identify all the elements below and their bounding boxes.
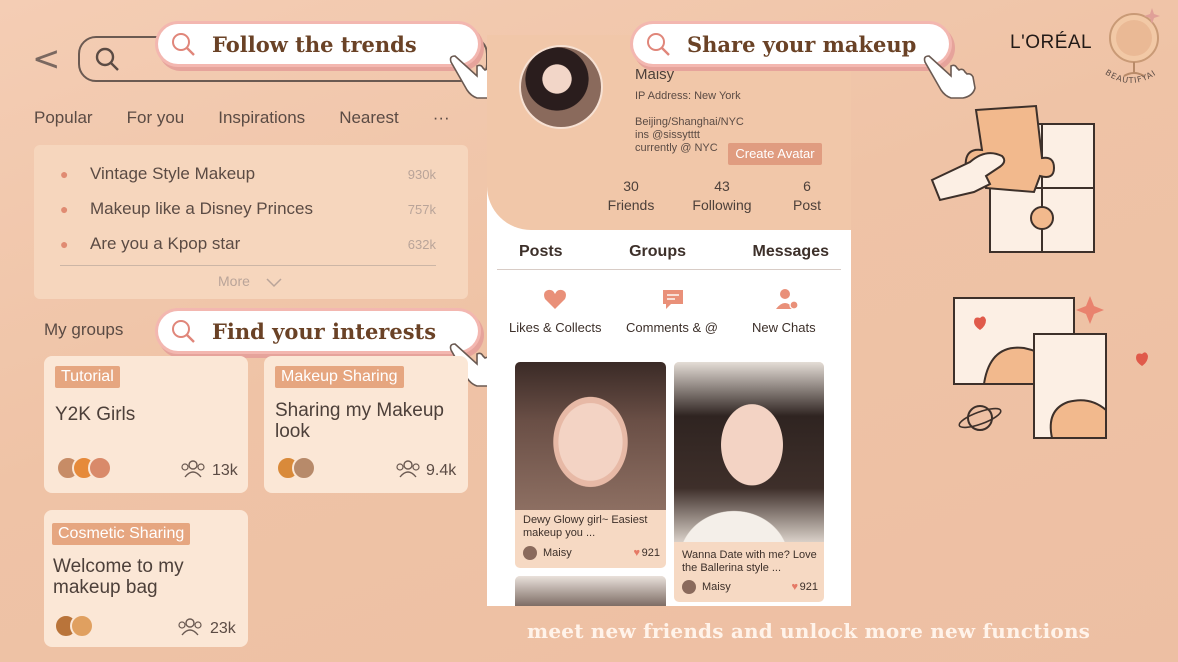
list-item[interactable]: ● Vintage Style Makeup 930k bbox=[34, 164, 468, 188]
member-count: 23k bbox=[210, 620, 236, 637]
brand-logo: L'ORÉAL bbox=[1010, 32, 1093, 53]
post-card[interactable]: Wanna Date with me? Love the Ballerina s… bbox=[674, 362, 824, 602]
callout-text: Find your interests bbox=[212, 318, 437, 344]
heart-icon[interactable]: ♥ bbox=[791, 581, 798, 593]
tab-for-you[interactable]: For you bbox=[127, 108, 185, 132]
stat-post[interactable]: 6 Post bbox=[783, 177, 831, 215]
search-icon bbox=[95, 47, 119, 71]
callout-follow-trends: Follow the trends bbox=[158, 24, 478, 64]
member-count: 9.4k bbox=[426, 462, 457, 479]
members-icon bbox=[181, 460, 205, 478]
stat-friends[interactable]: 30 Friends bbox=[601, 177, 661, 215]
more-tabs-icon[interactable]: ··· bbox=[433, 108, 450, 132]
heart-icon[interactable]: ♥ bbox=[633, 547, 640, 559]
member-avatars bbox=[276, 456, 316, 480]
bullet-icon: ● bbox=[60, 236, 69, 252]
trending-list: ● Vintage Style Makeup 930k ● Makeup lik… bbox=[34, 145, 468, 299]
callout-text: Share your makeup bbox=[687, 31, 917, 57]
post-card[interactable] bbox=[515, 576, 666, 606]
profile-ins[interactable]: ins @sissytttt bbox=[635, 129, 700, 142]
callout-find-interests: Find your interests bbox=[158, 311, 478, 351]
profile-name: Maisy bbox=[635, 66, 675, 83]
profile-tabs: Posts Groups Messages bbox=[497, 243, 841, 270]
post-photo bbox=[515, 576, 666, 606]
group-tag: Cosmetic Sharing bbox=[52, 523, 191, 545]
post-card[interactable]: Dewy Glowy girl~ Easiest makeup you ... … bbox=[515, 362, 666, 568]
list-item[interactable]: ● Makeup like a Disney Princes 757k bbox=[34, 199, 468, 223]
group-title: Sharing my Makeup look bbox=[275, 400, 444, 442]
tab-messages[interactable]: Messages bbox=[753, 243, 830, 269]
post-likes: 921 bbox=[799, 581, 818, 593]
callout-text: Follow the trends bbox=[212, 31, 417, 57]
divider bbox=[60, 265, 436, 266]
more-button[interactable]: More bbox=[218, 273, 250, 289]
profile-header: Maisy IP Address: New York Beijing/Shang… bbox=[487, 35, 851, 230]
group-title: Welcome to my makeup bag bbox=[53, 556, 184, 598]
profile-currently: currently @ NYC bbox=[635, 142, 718, 154]
group-card[interactable]: Makeup Sharing Sharing my Makeup look 9.… bbox=[264, 356, 468, 493]
post-user: Maisy bbox=[543, 547, 572, 559]
heart-icon[interactable] bbox=[543, 288, 567, 310]
avatar[interactable] bbox=[519, 45, 603, 129]
stat-following[interactable]: 43 Following bbox=[687, 177, 757, 215]
chevron-down-icon[interactable] bbox=[265, 276, 283, 288]
post-text: Dewy Glowy girl~ Easiest makeup you ... bbox=[523, 514, 648, 539]
magnifier-icon bbox=[172, 320, 195, 343]
post-likes: 921 bbox=[641, 547, 660, 559]
tab-inspirations[interactable]: Inspirations bbox=[218, 108, 305, 132]
footer-tagline: meet new friends and unlock more new fun… bbox=[527, 619, 1091, 643]
create-avatar-button[interactable]: Create Avatar bbox=[728, 143, 822, 165]
magnifier-icon bbox=[172, 33, 195, 56]
comment-icon[interactable] bbox=[661, 288, 685, 310]
tab-posts[interactable]: Posts bbox=[519, 243, 563, 269]
category-tabs: Popular For you Inspirations Nearest ··· bbox=[34, 108, 484, 132]
puzzle-illustration bbox=[930, 104, 1095, 253]
my-groups-heading: My groups bbox=[44, 320, 124, 339]
avatar bbox=[523, 546, 537, 560]
group-card[interactable]: Tutorial Y2K Girls 13k bbox=[44, 356, 248, 493]
post-photo bbox=[515, 362, 666, 510]
comments-label[interactable]: Comments & @ bbox=[626, 320, 718, 335]
member-avatars bbox=[54, 614, 94, 638]
tab-popular[interactable]: Popular bbox=[34, 108, 93, 132]
avatar bbox=[88, 456, 112, 480]
post-photo bbox=[674, 362, 824, 542]
group-tag: Makeup Sharing bbox=[275, 366, 404, 388]
avatar bbox=[70, 614, 94, 638]
svg-text:BEAUTIFYAI: BEAUTIFYAI bbox=[1104, 68, 1158, 85]
avatar bbox=[682, 580, 696, 594]
group-title: Y2K Girls bbox=[55, 404, 136, 425]
profile-ip: IP Address: New York bbox=[635, 90, 741, 102]
post-text: Wanna Date with me? Love the Ballerina s… bbox=[682, 549, 817, 574]
members-icon bbox=[178, 618, 202, 636]
magnifier-icon bbox=[647, 33, 670, 56]
photos-illustration bbox=[953, 296, 1148, 439]
group-tag: Tutorial bbox=[55, 366, 120, 388]
tab-nearest[interactable]: Nearest bbox=[339, 108, 399, 132]
pointer-hand-icon bbox=[923, 55, 976, 99]
member-avatars bbox=[56, 456, 112, 480]
bullet-icon: ● bbox=[60, 201, 69, 217]
post-user: Maisy bbox=[702, 581, 731, 593]
back-icon[interactable]: < bbox=[32, 42, 61, 76]
list-item[interactable]: ● Are you a Kpop star 632k bbox=[34, 234, 468, 258]
members-icon bbox=[396, 460, 420, 478]
user-icon[interactable] bbox=[775, 288, 799, 310]
member-count: 13k bbox=[212, 462, 238, 479]
avatar bbox=[292, 456, 316, 480]
profile-panel: Maisy IP Address: New York Beijing/Shang… bbox=[487, 35, 851, 606]
group-card[interactable]: Cosmetic Sharing Welcome to my makeup ba… bbox=[44, 510, 248, 647]
new-chats-label[interactable]: New Chats bbox=[752, 320, 816, 335]
brand-sub-logo: BEAUTIFYAI bbox=[1104, 68, 1158, 85]
likes-collects-label[interactable]: Likes & Collects bbox=[509, 320, 601, 335]
tab-groups[interactable]: Groups bbox=[629, 243, 686, 269]
callout-share-makeup: Share your makeup bbox=[633, 24, 949, 64]
profile-location: Beijing/Shanghai/NYC bbox=[635, 116, 744, 128]
bullet-icon: ● bbox=[60, 166, 69, 182]
